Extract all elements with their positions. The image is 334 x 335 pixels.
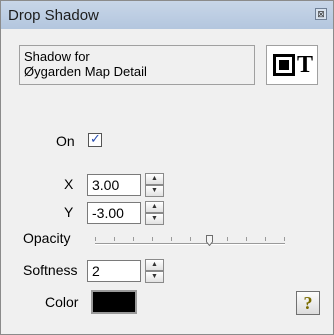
preview-letter: T (297, 52, 314, 78)
checkmark-icon: ✓ (90, 131, 101, 146)
spin-up-icon: ▲ (151, 175, 158, 182)
opacity-label: Opacity (23, 230, 71, 246)
x-decrement-button[interactable]: ▼ (145, 185, 164, 197)
softness-label: Softness (23, 262, 78, 278)
title-bar[interactable]: Drop Shadow ⊠ (1, 1, 333, 29)
y-label: Y (64, 204, 74, 220)
slider-tick (227, 237, 228, 241)
spin-up-icon: ▲ (151, 261, 158, 268)
color-label: Color (45, 294, 79, 310)
x-offset-input[interactable]: 3.00 (87, 174, 141, 196)
help-button[interactable]: ? (296, 291, 320, 315)
slider-tick (265, 237, 266, 241)
softness-input[interactable]: 2 (87, 260, 141, 282)
slider-tick (171, 237, 172, 241)
x-offset-spinner: ▲ ▼ (145, 173, 164, 197)
on-checkbox[interactable]: ✓ (88, 131, 102, 147)
slider-tick (190, 237, 191, 241)
softness-decrement-button[interactable]: ▼ (145, 271, 164, 283)
softness-spinner: ▲ ▼ (145, 259, 164, 283)
x-increment-button[interactable]: ▲ (145, 173, 164, 185)
slider-tick (114, 237, 115, 241)
softness-increment-button[interactable]: ▲ (145, 259, 164, 271)
x-label: X (64, 176, 74, 192)
frame-fill (279, 60, 289, 70)
help-icon: ? (303, 293, 313, 313)
y-increment-button[interactable]: ▲ (145, 201, 164, 213)
shadow-target-label: Shadow for Øygarden Map Detail (19, 45, 255, 85)
slider-tick (95, 237, 96, 241)
color-swatch-button[interactable] (91, 290, 137, 314)
slider-track-highlight (95, 244, 285, 245)
spin-down-icon: ▼ (151, 273, 158, 280)
frame-text-icon (273, 54, 295, 76)
on-label: On (56, 133, 75, 149)
window-title: Drop Shadow (8, 7, 99, 24)
y-offset-spinner: ▲ ▼ (145, 201, 164, 225)
slider-thumb[interactable] (206, 235, 213, 246)
drop-shadow-dialog: Drop Shadow ⊠ Shadow for Øygarden Map De… (0, 0, 334, 335)
spin-down-icon: ▼ (151, 187, 158, 194)
shadow-preview: T (266, 45, 318, 85)
slider-tick (133, 237, 134, 241)
close-button[interactable]: ⊠ (315, 8, 327, 20)
close-icon: ⊠ (317, 9, 325, 19)
slider-tick (152, 237, 153, 241)
spin-up-icon: ▲ (151, 203, 158, 210)
slider-tick (284, 237, 285, 241)
y-offset-input[interactable]: -3.00 (87, 202, 141, 224)
spin-down-icon: ▼ (151, 215, 158, 222)
y-decrement-button[interactable]: ▼ (145, 213, 164, 225)
slider-tick (246, 237, 247, 241)
shadow-for-label: Shadow for (24, 49, 90, 64)
target-layer-name: Øygarden Map Detail (24, 64, 147, 79)
